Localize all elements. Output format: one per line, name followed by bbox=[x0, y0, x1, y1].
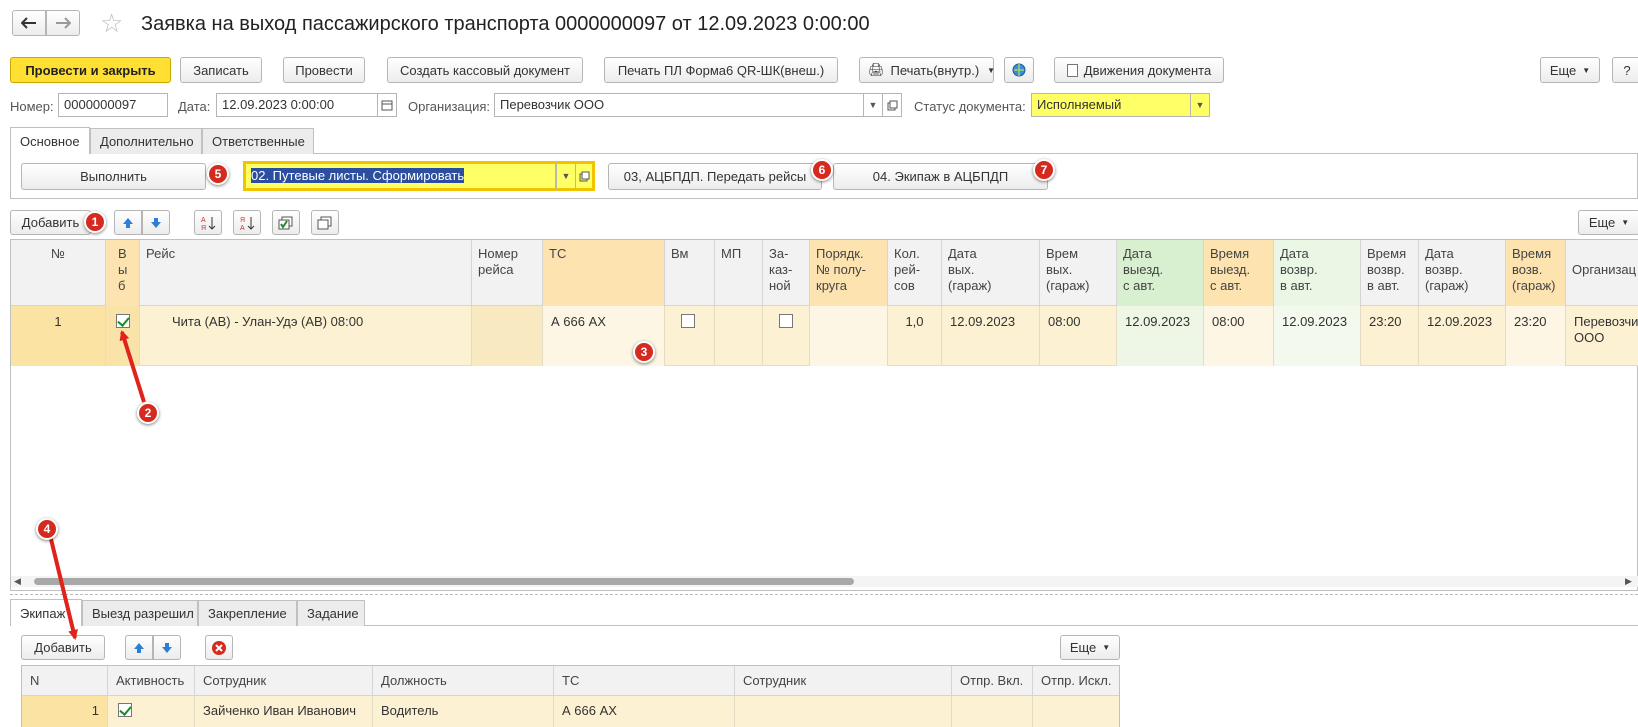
annotation-badge-7: 7 bbox=[1033, 159, 1055, 181]
annotation-badge-1: 1 bbox=[84, 211, 106, 233]
annotation-badge-4: 4 bbox=[36, 518, 58, 540]
annotation-badge-2: 2 bbox=[137, 402, 159, 424]
annotation-arrows bbox=[48, 330, 146, 640]
annotation-badge-3: 3 bbox=[633, 341, 655, 363]
annotation-badge-6: 6 bbox=[811, 159, 833, 181]
annotation-badge-5: 5 bbox=[207, 163, 229, 185]
annotation-arrow-2 bbox=[119, 330, 146, 403]
annotation-arrow-4 bbox=[48, 534, 78, 640]
